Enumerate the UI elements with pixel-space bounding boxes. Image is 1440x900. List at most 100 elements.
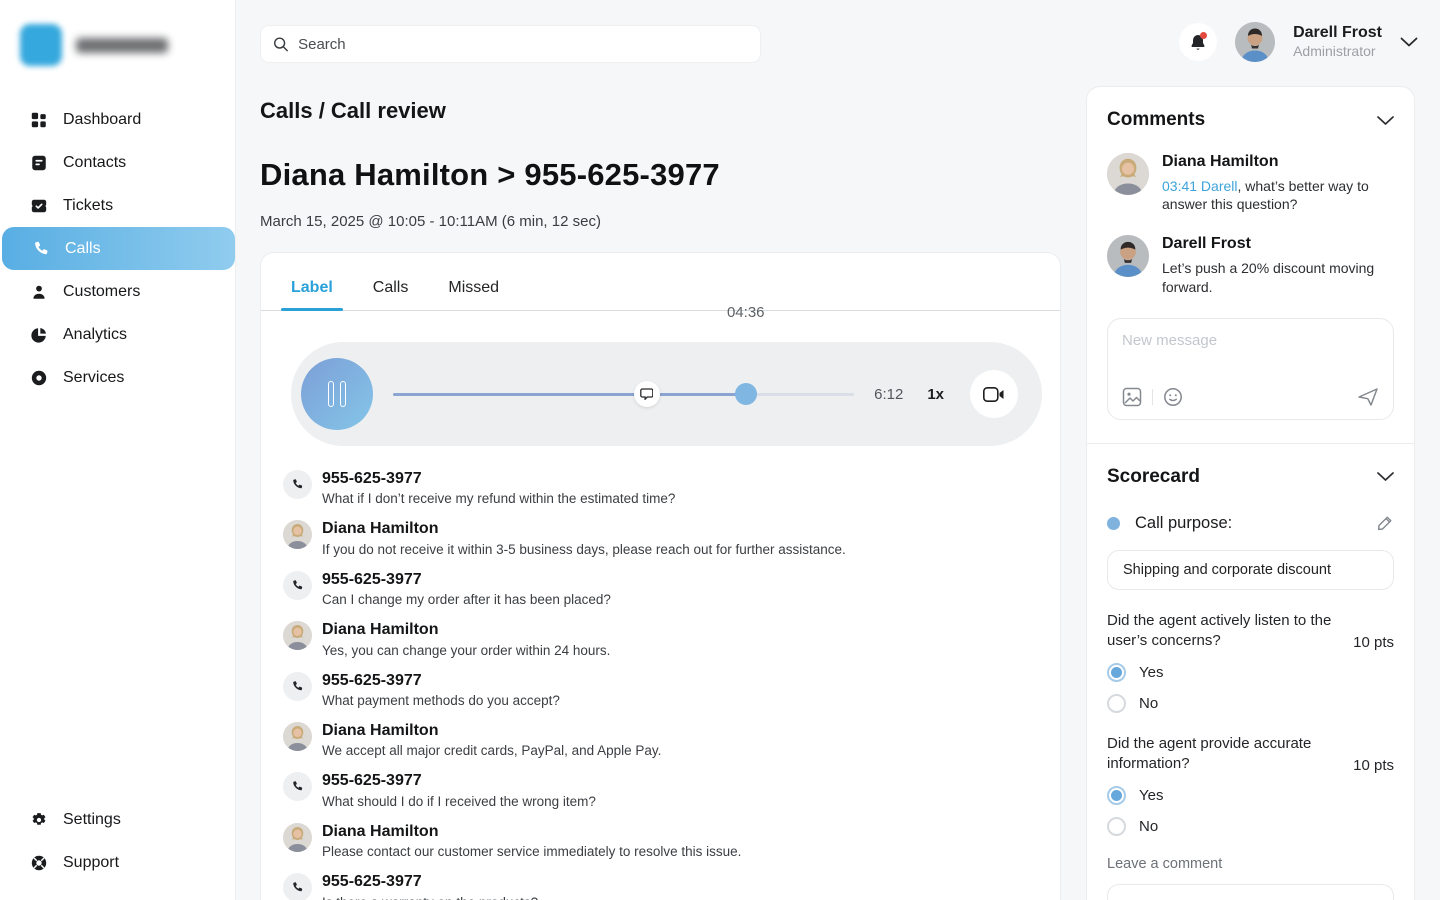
sidebar-item-customers[interactable]: Customers	[0, 270, 235, 313]
notifications-button[interactable]	[1179, 23, 1217, 61]
sidebar-item-calls[interactable]: Calls	[2, 227, 235, 270]
transcript-row: 955-625-3977Can I change my order after …	[283, 571, 1030, 607]
life-buoy-icon	[30, 854, 48, 872]
pencil-icon	[1376, 514, 1394, 532]
comments-collapse-button[interactable]	[1377, 116, 1394, 125]
sidebar-item-label: Services	[63, 369, 124, 387]
comment-text: 03:41 Darell, what’s better way to answe…	[1162, 177, 1394, 213]
radio-option-no[interactable]: No	[1107, 817, 1394, 836]
phone-icon	[291, 680, 304, 693]
video-camera-icon	[983, 387, 1005, 402]
scorecard-collapse-button[interactable]	[1377, 472, 1394, 481]
question-points: 10 pts	[1353, 757, 1394, 774]
attach-image-button[interactable]	[1122, 387, 1142, 407]
current-time: 04:36	[727, 304, 765, 321]
page-title: Diana Hamilton > 955-625-3977	[260, 157, 1061, 193]
phone-avatar	[283, 873, 312, 900]
emoji-button[interactable]	[1163, 387, 1183, 407]
send-icon	[1357, 387, 1379, 407]
phone-avatar	[283, 672, 312, 701]
utterance: If you do not receive it within 3-5 busi…	[322, 542, 846, 557]
radio-option-yes[interactable]: Yes	[1107, 663, 1394, 682]
sidebar-item-tickets[interactable]: Tickets	[0, 184, 235, 227]
question-text: Did the agent provide accurate informati…	[1107, 734, 1345, 774]
timestamp-mention-link[interactable]: 03:41 Darell	[1162, 178, 1238, 194]
agent-avatar	[283, 520, 312, 549]
seek-progress	[393, 393, 746, 396]
tab-calls[interactable]: Calls	[363, 279, 419, 310]
agent-avatar	[283, 722, 312, 751]
sidebar-item-dashboard[interactable]: Dashboard	[0, 98, 235, 141]
new-message-input[interactable]	[1122, 332, 1379, 376]
speaker-name: Diana Hamilton	[322, 722, 661, 740]
user-menu-chevron[interactable]	[1400, 37, 1418, 47]
radio-option-yes[interactable]: Yes	[1107, 786, 1394, 805]
call-purpose-input[interactable]	[1107, 550, 1394, 590]
breadcrumb[interactable]: Calls / Call review	[260, 98, 1061, 124]
utterance: What if I don’t receive my refund within…	[322, 491, 675, 506]
radio-icon	[1107, 694, 1126, 713]
user-meta[interactable]: Darell Frost Administrator	[1293, 23, 1382, 61]
sidebar-item-label: Analytics	[63, 326, 127, 344]
user-role: Administrator	[1293, 43, 1382, 61]
speaker-name: Diana Hamilton	[322, 823, 741, 841]
transcript-row: 955-625-3977What payment methods do you …	[283, 672, 1030, 708]
scorecard-question: Did the agent provide accurate informati…	[1107, 734, 1394, 774]
main-content: Calls / Call review Diana Hamilton > 955…	[260, 86, 1061, 900]
send-button[interactable]	[1357, 387, 1379, 407]
video-button[interactable]	[970, 370, 1018, 418]
scorecard-title: Scorecard	[1107, 466, 1200, 488]
radio-icon	[1107, 663, 1126, 682]
sidebar-item-label: Support	[63, 854, 119, 872]
edit-purpose-button[interactable]	[1376, 514, 1394, 532]
user-avatar[interactable]	[1235, 22, 1275, 62]
sidebar-item-label: Customers	[63, 283, 140, 301]
sidebar-item-analytics[interactable]: Analytics	[0, 313, 235, 356]
right-panel: Comments Diana Hamilton 03:41 Darell, wh…	[1086, 86, 1415, 900]
commenter-avatar	[1107, 235, 1149, 277]
sidebar-item-label: Settings	[63, 811, 121, 829]
phone-icon	[291, 881, 304, 894]
phone-icon	[291, 478, 304, 491]
playback-speed[interactable]: 1x	[927, 386, 944, 403]
utterance: Yes, you can change your order within 24…	[322, 643, 610, 658]
sidebar-item-support[interactable]: Support	[0, 841, 235, 884]
utterance: Please contact our customer service imme…	[322, 844, 741, 859]
speaker-name: 955-625-3977	[322, 873, 538, 891]
divider	[1087, 443, 1414, 444]
chat-bubble-icon	[640, 388, 653, 400]
question-points: 10 pts	[1353, 634, 1394, 651]
logo-text-blurred	[76, 38, 168, 53]
speaker-name: 955-625-3977	[322, 571, 611, 589]
seek-bar[interactable]: 04:36	[393, 342, 854, 446]
comment-marker[interactable]	[634, 381, 660, 407]
phone-avatar	[283, 772, 312, 801]
sidebar-item-contacts[interactable]: Contacts	[0, 141, 235, 184]
transcript-row: 955-625-3977What if I don’t receive my r…	[283, 470, 1030, 506]
call-purpose-label: Call purpose:	[1135, 514, 1376, 533]
sidebar: Dashboard Contacts Tickets Calls Custome…	[0, 0, 236, 900]
tab-missed[interactable]: Missed	[438, 279, 509, 310]
scorecard-question: Did the agent actively listen to the use…	[1107, 611, 1394, 651]
search-input[interactable]	[298, 36, 748, 53]
sidebar-footer: Settings Support	[0, 798, 235, 884]
tab-label[interactable]: Label	[281, 279, 343, 310]
contacts-icon	[30, 154, 48, 172]
divider	[1152, 389, 1153, 405]
radio-option-no[interactable]: No	[1107, 694, 1394, 713]
phone-avatar	[283, 571, 312, 600]
message-actions	[1122, 387, 1379, 407]
user-cluster: Darell Frost Administrator	[1179, 22, 1418, 62]
search-bar	[260, 25, 761, 63]
pause-button[interactable]	[301, 358, 373, 430]
utterance: What should I do if I received the wrong…	[322, 794, 596, 809]
sidebar-item-settings[interactable]: Settings	[0, 798, 235, 841]
radio-icon	[1107, 817, 1126, 836]
scorecard-comment-input[interactable]	[1107, 884, 1394, 900]
seek-handle[interactable]	[735, 383, 757, 405]
sidebar-item-services[interactable]: Services	[0, 356, 235, 399]
agent-avatar	[283, 621, 312, 650]
transcript-row: 955-625-3977What should I do if I receiv…	[283, 772, 1030, 808]
search-icon	[273, 36, 289, 53]
phone-avatar	[283, 470, 312, 499]
